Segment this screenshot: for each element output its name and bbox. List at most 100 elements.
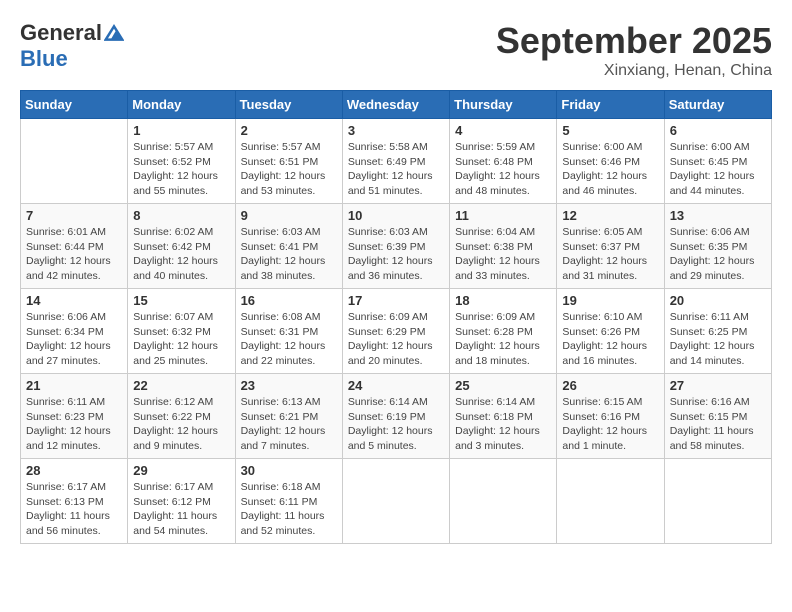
day-number: 9 <box>241 208 337 223</box>
calendar-cell: 13Sunrise: 6:06 AM Sunset: 6:35 PM Dayli… <box>664 204 771 289</box>
day-number: 22 <box>133 378 229 393</box>
day-number: 7 <box>26 208 122 223</box>
location-title: Xinxiang, Henan, China <box>496 62 772 80</box>
day-info: Sunrise: 6:00 AM Sunset: 6:45 PM Dayligh… <box>670 140 766 199</box>
day-number: 12 <box>562 208 658 223</box>
day-number: 21 <box>26 378 122 393</box>
calendar-cell: 12 Sunrise: 6:05 AM Sunset: 6:37 PM Dayli… <box>557 204 664 289</box>
calendar-cell: 2Sunrise: 5:57 AM Sunset: 6:51 PM Daylig… <box>235 119 342 204</box>
calendar-cell: 9 Sunrise: 6:03 AM Sunset: 6:41 PM Daylig… <box>235 204 342 289</box>
calendar-cell: 1Sunrise: 5:57 AM Sunset: 6:52 PM Daylig… <box>128 119 235 204</box>
calendar-cell: 18 Sunrise: 6:09 AM Sunset: 6:28 PM Dayli… <box>450 289 557 374</box>
calendar-cell <box>342 459 449 544</box>
calendar-cell: 15Sunrise: 6:07 AM Sunset: 6:32 PM Dayli… <box>128 289 235 374</box>
day-info: Sunrise: 6:11 AM Sunset: 6:23 PM Dayligh… <box>26 395 122 454</box>
calendar-cell: 3 Sunrise: 5:58 AM Sunset: 6:49 PM Daylig… <box>342 119 449 204</box>
page-header: General Blue September 2025 Xinxiang, He… <box>20 20 772 80</box>
calendar-header-saturday: Saturday <box>664 91 771 119</box>
logo-icon <box>104 23 124 43</box>
calendar-cell: 27 Sunrise: 6:16 AM Sunset: 6:15 PM Dayli… <box>664 374 771 459</box>
day-number: 5 <box>562 123 658 138</box>
logo-blue: Blue <box>20 46 68 72</box>
day-info: Sunrise: 6:04 AM Sunset: 6:38 PM Dayligh… <box>455 225 551 284</box>
calendar-header-sunday: Sunday <box>21 91 128 119</box>
calendar-cell: 19Sunrise: 6:10 AM Sunset: 6:26 PM Dayli… <box>557 289 664 374</box>
day-number: 26 <box>562 378 658 393</box>
calendar-cell: 8Sunrise: 6:02 AM Sunset: 6:42 PM Daylig… <box>128 204 235 289</box>
calendar-cell: 14 Sunrise: 6:06 AM Sunset: 6:34 PM Dayli… <box>21 289 128 374</box>
title-block: September 2025 Xinxiang, Henan, China <box>496 20 772 80</box>
day-info: Sunrise: 6:09 AM Sunset: 6:28 PM Dayligh… <box>455 310 551 369</box>
calendar-cell: 23 Sunrise: 6:13 AM Sunset: 6:21 PM Dayli… <box>235 374 342 459</box>
day-number: 16 <box>241 293 337 308</box>
day-info: Sunrise: 6:16 AM Sunset: 6:15 PM Dayligh… <box>670 395 766 454</box>
day-info: Sunrise: 6:08 AM Sunset: 6:31 PM Dayligh… <box>241 310 337 369</box>
calendar-week-row: 28 Sunrise: 6:17 AM Sunset: 6:13 PM Dayli… <box>21 459 772 544</box>
calendar-cell: 22 Sunrise: 6:12 AM Sunset: 6:22 PM Dayli… <box>128 374 235 459</box>
calendar-cell: 24Sunrise: 6:14 AM Sunset: 6:19 PM Dayli… <box>342 374 449 459</box>
calendar-header-tuesday: Tuesday <box>235 91 342 119</box>
calendar-week-row: 21 Sunrise: 6:11 AM Sunset: 6:23 PM Dayli… <box>21 374 772 459</box>
day-number: 14 <box>26 293 122 308</box>
calendar-cell: 16 Sunrise: 6:08 AM Sunset: 6:31 PM Dayli… <box>235 289 342 374</box>
calendar-cell: 7 Sunrise: 6:01 AM Sunset: 6:44 PM Daylig… <box>21 204 128 289</box>
day-info: Sunrise: 6:15 AM Sunset: 6:16 PM Dayligh… <box>562 395 658 454</box>
day-info: Sunrise: 6:12 AM Sunset: 6:22 PM Dayligh… <box>133 395 229 454</box>
day-info: Sunrise: 6:01 AM Sunset: 6:44 PM Dayligh… <box>26 225 122 284</box>
day-number: 8 <box>133 208 229 223</box>
day-info: Sunrise: 6:17 AM Sunset: 6:13 PM Dayligh… <box>26 480 122 539</box>
calendar-header-thursday: Thursday <box>450 91 557 119</box>
calendar-table: SundayMondayTuesdayWednesdayThursdayFrid… <box>20 90 772 544</box>
calendar-cell: 25 Sunrise: 6:14 AM Sunset: 6:18 PM Dayli… <box>450 374 557 459</box>
logo: General Blue <box>20 20 124 72</box>
calendar-cell: 28 Sunrise: 6:17 AM Sunset: 6:13 PM Dayli… <box>21 459 128 544</box>
day-number: 30 <box>241 463 337 478</box>
calendar-cell: 29 Sunrise: 6:17 AM Sunset: 6:12 PM Dayli… <box>128 459 235 544</box>
day-info: Sunrise: 5:59 AM Sunset: 6:48 PM Dayligh… <box>455 140 551 199</box>
day-info: Sunrise: 5:58 AM Sunset: 6:49 PM Dayligh… <box>348 140 444 199</box>
day-number: 29 <box>133 463 229 478</box>
day-number: 2 <box>241 123 337 138</box>
calendar-week-row: 7 Sunrise: 6:01 AM Sunset: 6:44 PM Daylig… <box>21 204 772 289</box>
day-info: Sunrise: 6:03 AM Sunset: 6:41 PM Dayligh… <box>241 225 337 284</box>
day-number: 17 <box>348 293 444 308</box>
calendar-week-row: 1Sunrise: 5:57 AM Sunset: 6:52 PM Daylig… <box>21 119 772 204</box>
day-number: 1 <box>133 123 229 138</box>
day-info: Sunrise: 6:05 AM Sunset: 6:37 PM Dayligh… <box>562 225 658 284</box>
day-number: 28 <box>26 463 122 478</box>
calendar-cell: 17Sunrise: 6:09 AM Sunset: 6:29 PM Dayli… <box>342 289 449 374</box>
day-number: 18 <box>455 293 551 308</box>
calendar-week-row: 14 Sunrise: 6:06 AM Sunset: 6:34 PM Dayli… <box>21 289 772 374</box>
calendar-cell: 26 Sunrise: 6:15 AM Sunset: 6:16 PM Dayli… <box>557 374 664 459</box>
day-number: 15 <box>133 293 229 308</box>
logo-general: General <box>20 20 102 46</box>
calendar-cell: 21 Sunrise: 6:11 AM Sunset: 6:23 PM Dayli… <box>21 374 128 459</box>
day-number: 24 <box>348 378 444 393</box>
calendar-cell: 10 Sunrise: 6:03 AM Sunset: 6:39 PM Dayli… <box>342 204 449 289</box>
day-number: 4 <box>455 123 551 138</box>
day-info: Sunrise: 6:06 AM Sunset: 6:34 PM Dayligh… <box>26 310 122 369</box>
calendar-header-friday: Friday <box>557 91 664 119</box>
day-number: 3 <box>348 123 444 138</box>
calendar-cell <box>21 119 128 204</box>
day-number: 13 <box>670 208 766 223</box>
day-info: Sunrise: 6:03 AM Sunset: 6:39 PM Dayligh… <box>348 225 444 284</box>
calendar-cell: 4 Sunrise: 5:59 AM Sunset: 6:48 PM Daylig… <box>450 119 557 204</box>
day-number: 6 <box>670 123 766 138</box>
calendar-cell <box>664 459 771 544</box>
calendar-cell: 20Sunrise: 6:11 AM Sunset: 6:25 PM Dayli… <box>664 289 771 374</box>
day-info: Sunrise: 6:11 AM Sunset: 6:25 PM Dayligh… <box>670 310 766 369</box>
day-number: 23 <box>241 378 337 393</box>
day-info: Sunrise: 6:14 AM Sunset: 6:18 PM Dayligh… <box>455 395 551 454</box>
day-info: Sunrise: 6:18 AM Sunset: 6:11 PM Dayligh… <box>241 480 337 539</box>
day-info: Sunrise: 6:17 AM Sunset: 6:12 PM Dayligh… <box>133 480 229 539</box>
calendar-header-monday: Monday <box>128 91 235 119</box>
calendar-cell: 30 Sunrise: 6:18 AM Sunset: 6:11 PM Dayli… <box>235 459 342 544</box>
day-number: 27 <box>670 378 766 393</box>
calendar-cell <box>450 459 557 544</box>
day-number: 10 <box>348 208 444 223</box>
day-info: Sunrise: 6:13 AM Sunset: 6:21 PM Dayligh… <box>241 395 337 454</box>
calendar-header-row: SundayMondayTuesdayWednesdayThursdayFrid… <box>21 91 772 119</box>
day-number: 25 <box>455 378 551 393</box>
month-title: September 2025 <box>496 20 772 62</box>
